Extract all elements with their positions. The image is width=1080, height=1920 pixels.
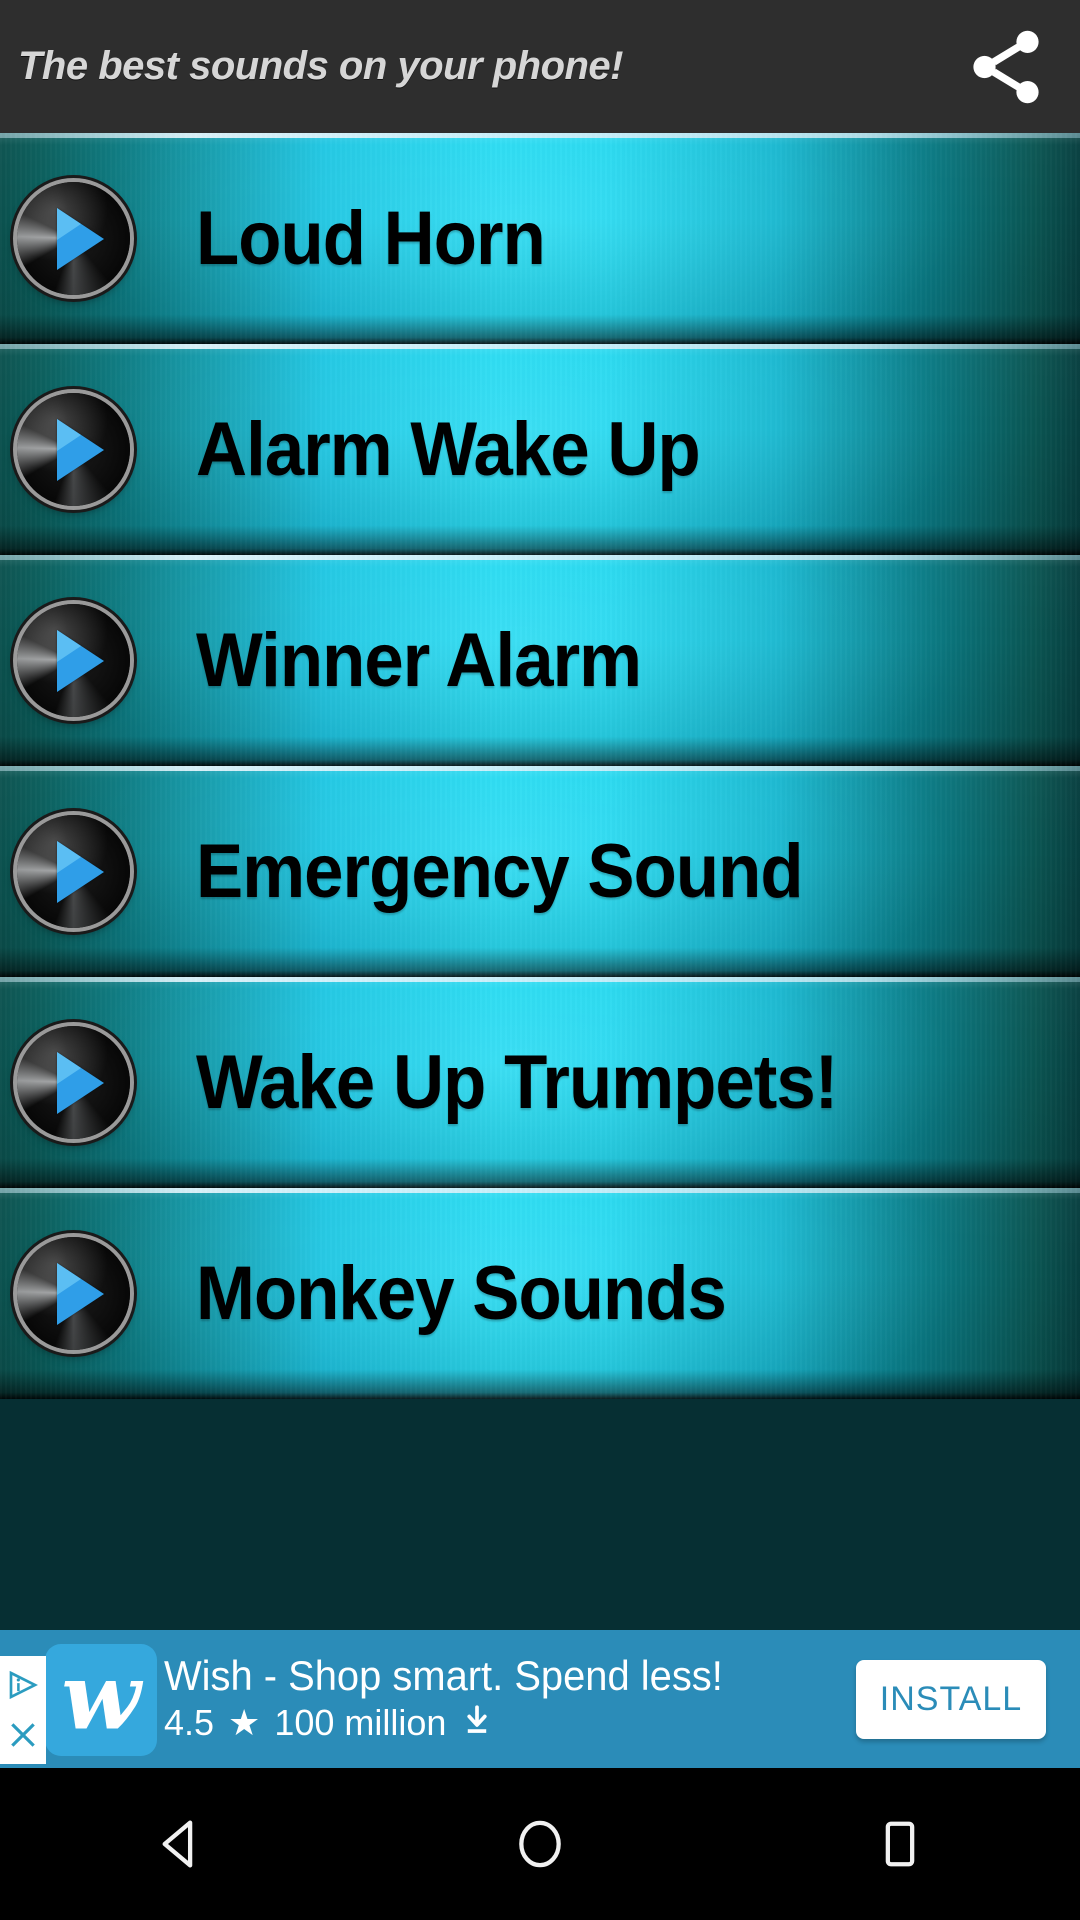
home-icon bbox=[519, 1820, 561, 1868]
play-icon-highlight bbox=[57, 840, 81, 873]
ad-banner[interactable]: w Wish - Shop smart. Spend less! 4.5 ★ 1… bbox=[0, 1630, 1080, 1768]
app-header: The best sounds on your phone! bbox=[0, 0, 1080, 133]
nav-recents-button[interactable] bbox=[825, 1768, 975, 1920]
ad-install-count: 100 million bbox=[274, 1702, 447, 1743]
star-icon: ★ bbox=[228, 1702, 261, 1743]
play-button[interactable] bbox=[17, 1026, 130, 1139]
play-icon-highlight bbox=[57, 629, 81, 662]
adchoices-info-icon[interactable] bbox=[7, 1669, 39, 1701]
ad-rating-value: 4.5 bbox=[164, 1702, 215, 1743]
play-icon-highlight bbox=[57, 207, 81, 240]
sound-label: Loud Horn bbox=[196, 195, 546, 281]
android-nav-bar bbox=[0, 1768, 1080, 1920]
list-item[interactable]: Winner Alarm bbox=[0, 555, 1080, 766]
ad-app-icon-letter: w bbox=[61, 1644, 141, 1751]
nav-back-button[interactable] bbox=[105, 1768, 255, 1920]
list-item[interactable]: Alarm Wake Up bbox=[0, 344, 1080, 555]
sound-label: Monkey Sounds bbox=[196, 1250, 727, 1336]
list-item[interactable]: Wake Up Trumpets! bbox=[0, 977, 1080, 1188]
ad-headline: Wish - Shop smart. Spend less! bbox=[164, 1652, 723, 1699]
share-button[interactable] bbox=[954, 15, 1058, 119]
play-button[interactable] bbox=[17, 1237, 130, 1350]
sound-label: Alarm Wake Up bbox=[196, 406, 701, 492]
sound-label: Winner Alarm bbox=[196, 617, 642, 703]
play-icon-highlight bbox=[57, 1051, 81, 1084]
ad-app-icon: w bbox=[45, 1644, 157, 1756]
list-item[interactable]: Emergency Sound bbox=[0, 766, 1080, 977]
list-item[interactable]: Loud Horn bbox=[0, 133, 1080, 344]
sound-label: Wake Up Trumpets! bbox=[196, 1039, 838, 1125]
ad-text-block: Wish - Shop smart. Spend less! 4.5 ★ 100… bbox=[152, 1655, 856, 1743]
close-icon[interactable] bbox=[7, 1719, 39, 1751]
sound-label: Emergency Sound bbox=[196, 828, 804, 914]
back-icon bbox=[162, 1820, 193, 1868]
play-button[interactable] bbox=[17, 604, 130, 717]
play-button[interactable] bbox=[17, 815, 130, 928]
ad-meta-row: 4.5 ★ 100 million bbox=[164, 1703, 856, 1743]
page-title: The best sounds on your phone! bbox=[18, 44, 624, 88]
play-button[interactable] bbox=[17, 393, 130, 506]
play-icon-highlight bbox=[57, 418, 81, 451]
install-button[interactable]: INSTALL bbox=[856, 1659, 1046, 1739]
ad-icon-area: w bbox=[0, 1630, 157, 1768]
adchoices-overlay[interactable] bbox=[0, 1656, 46, 1764]
share-icon bbox=[973, 30, 1039, 103]
sound-list[interactable]: Loud Horn Alarm Wake Up Winner Alarm Eme… bbox=[0, 133, 1080, 1630]
download-icon bbox=[460, 1703, 494, 1743]
play-button[interactable] bbox=[17, 182, 130, 295]
nav-home-button[interactable] bbox=[465, 1768, 615, 1920]
recents-icon bbox=[885, 1821, 915, 1867]
play-icon-highlight bbox=[57, 1262, 81, 1295]
list-item[interactable]: Monkey Sounds bbox=[0, 1188, 1080, 1399]
